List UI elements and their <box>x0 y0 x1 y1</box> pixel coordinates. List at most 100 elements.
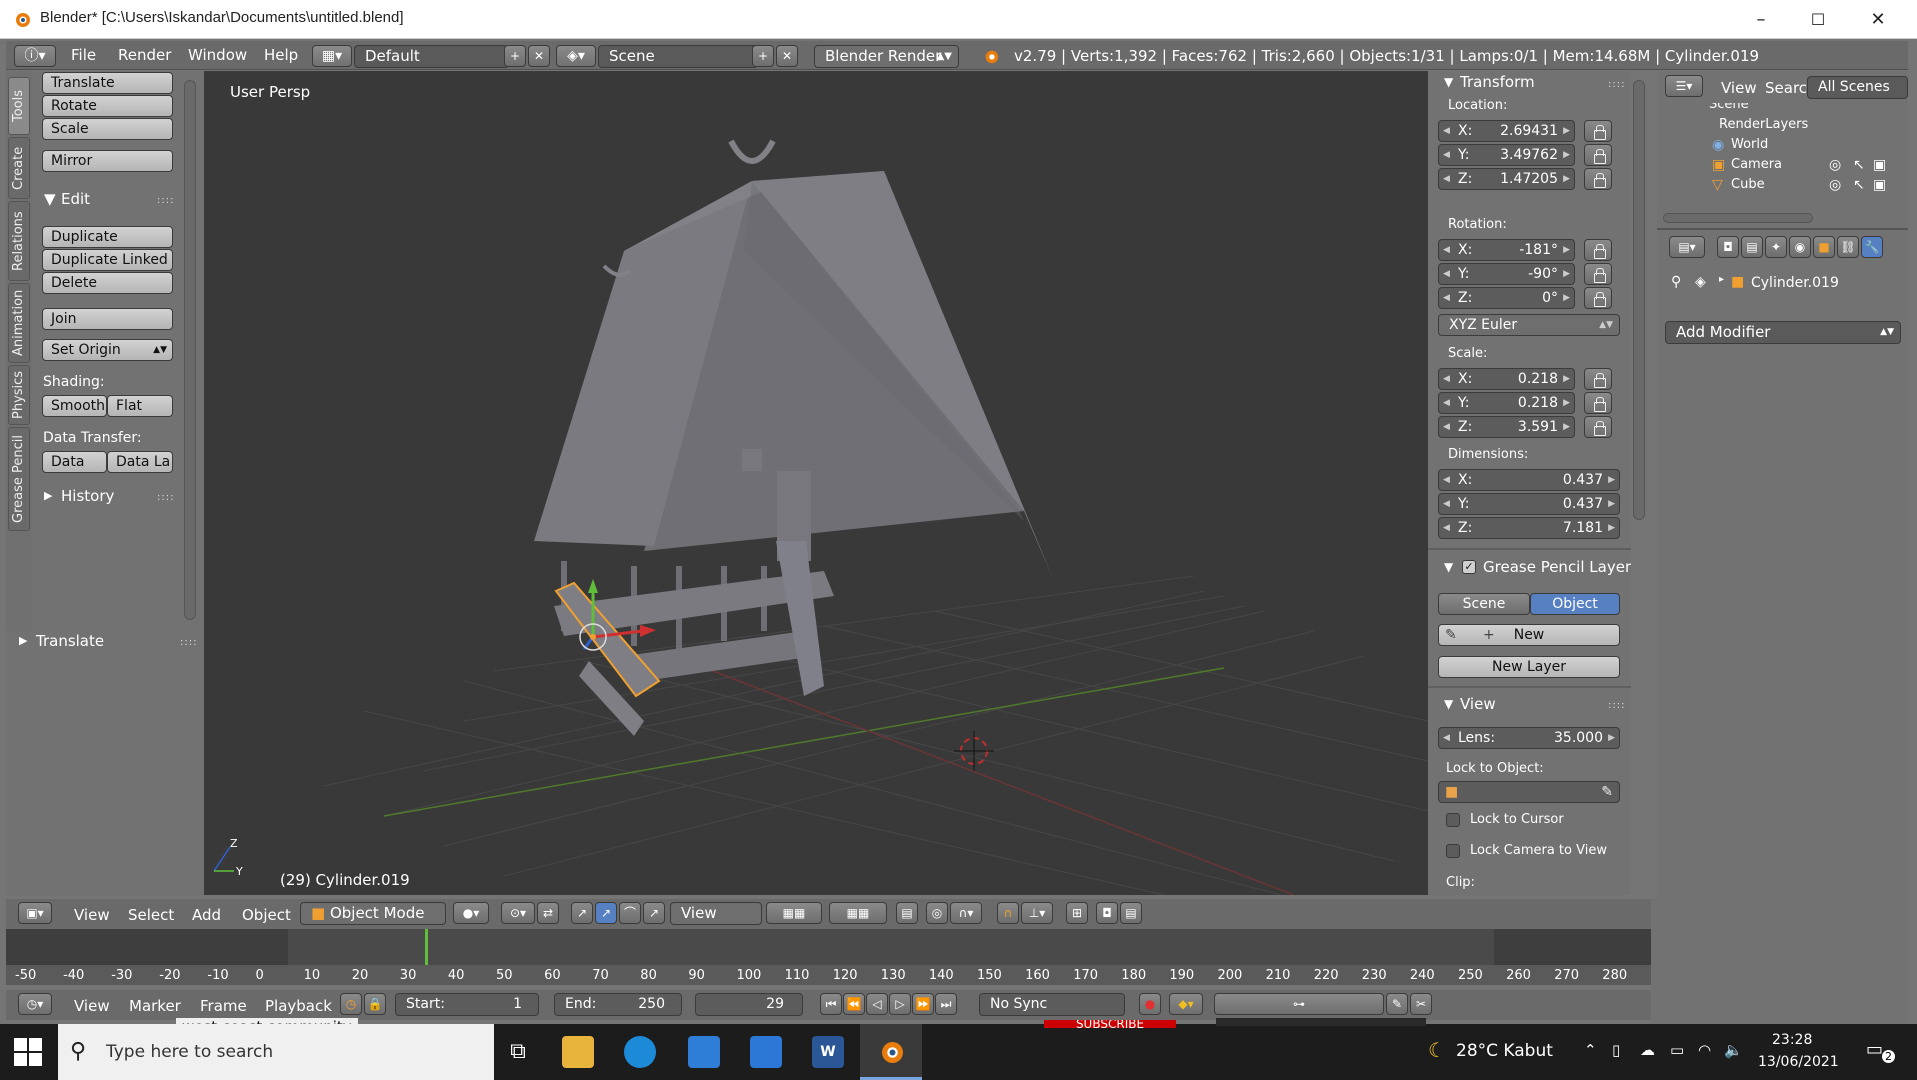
clock-time[interactable]: 23:28 <box>1772 1032 1812 1048</box>
dimension-y-field[interactable]: ◀ Y: 0.437 ▶ <box>1438 493 1620 515</box>
transform-orientation-icon[interactable]: ↗ <box>643 902 665 924</box>
preview-range-icon[interactable]: ◷ <box>340 993 362 1015</box>
file-explorer-icon[interactable] <box>562 1036 594 1068</box>
dimension-z-field[interactable]: ◀ Z: 7.181 ▶ <box>1438 517 1620 539</box>
blender-taskbar-button[interactable] <box>860 1024 922 1080</box>
lock-to-cursor-checkbox[interactable] <box>1446 813 1460 827</box>
3d-cursor-icon[interactable] <box>954 731 994 771</box>
outliner-item-camera[interactable]: Camera <box>1731 157 1782 172</box>
layers-grid-icon[interactable]: ▦▦ <box>829 902 887 924</box>
lock-rotation-x-icon[interactable] <box>1584 239 1612 261</box>
screen-layout-icon[interactable]: ▦▾ <box>312 45 352 67</box>
grease-pencil-toggle-icon[interactable]: ▼ <box>1444 560 1453 574</box>
lock-to-object-field[interactable]: ■ ✎ <box>1438 781 1620 803</box>
device-icon[interactable]: ▯ <box>1612 1041 1620 1059</box>
lock-scale-x-icon[interactable] <box>1584 368 1612 390</box>
add-modifier-select[interactable]: Add Modifier ▲▼ <box>1665 321 1901 344</box>
prev-keyframe-icon[interactable]: ⏪ <box>843 993 865 1015</box>
wifi-icon[interactable]: ◠ <box>1698 1041 1711 1059</box>
jump-start-icon[interactable]: ⏮ <box>820 993 842 1015</box>
grease-pencil-object-button[interactable]: Object <box>1530 593 1620 615</box>
world-tab-icon[interactable]: ◉ <box>1789 236 1811 258</box>
lock-camera-checkbox[interactable] <box>1446 844 1460 858</box>
render-camera-icon[interactable]: ▣ <box>1873 177 1886 193</box>
clock-date[interactable]: 13/06/2021 <box>1758 1054 1839 1070</box>
location-y-field[interactable]: ◀ Y: 3.49762 ▶ <box>1438 144 1575 166</box>
drag-handle-icon[interactable]: :::: <box>157 195 174 206</box>
lock-range-icon[interactable]: 🔒 <box>364 993 386 1015</box>
selectable-arrow-icon[interactable]: ↖ <box>1853 177 1865 193</box>
layer-lock-icon[interactable]: ▤ <box>896 902 918 924</box>
delete-keyframe-icon[interactable]: ✂ <box>1410 993 1432 1015</box>
tab-grease-pencil[interactable]: Grease Pencil <box>8 427 30 531</box>
visibility-eye-icon[interactable]: ◎ <box>1829 177 1841 193</box>
show-hidden-icons-icon[interactable]: ⌃ <box>1584 1041 1597 1059</box>
viewport-menu-view[interactable]: View <box>74 906 110 924</box>
manipulator-x-arrow-icon[interactable] <box>640 625 656 637</box>
lock-scale-y-icon[interactable] <box>1584 392 1612 414</box>
operator-panel-header[interactable]: Translate <box>36 632 104 650</box>
scale-x-field[interactable]: ◀ X: 0.218 ▶ <box>1438 368 1575 390</box>
manipulator-translate-icon[interactable]: ↗ <box>571 902 593 924</box>
minimize-button[interactable]: – <box>1733 0 1789 39</box>
transform-panel-header[interactable]: Transform <box>1460 73 1535 91</box>
viewport-menu-select[interactable]: Select <box>128 906 174 924</box>
menu-window[interactable]: Window <box>188 46 247 64</box>
eyedropper-icon[interactable]: ✎ <box>1601 782 1613 802</box>
n-panel-scrollbar[interactable] <box>1633 80 1645 520</box>
manipulator-rotate-icon[interactable]: ↗ <box>595 902 617 924</box>
timeline-menu-frame[interactable]: Frame <box>200 997 247 1015</box>
render-engine-select[interactable]: Blender Render ▲▼ <box>814 45 959 68</box>
timeline-editor-type-icon[interactable]: ◷▾ <box>18 993 52 1015</box>
render-animation-icon[interactable]: ▤ <box>1120 902 1142 924</box>
3d-viewport[interactable]: Z Y User Persp (29) Cylinder.019 <box>204 71 1428 895</box>
outliner-editor-type-icon[interactable]: ☰▾ <box>1665 75 1703 97</box>
timeline-menu-view[interactable]: View <box>74 997 110 1015</box>
menu-render[interactable]: Render <box>118 46 171 64</box>
tool-shelf-scrollbar[interactable] <box>184 80 196 620</box>
current-frame-field[interactable]: 29 <box>695 993 803 1016</box>
current-frame-marker[interactable] <box>425 929 428 965</box>
snap-target-icon[interactable]: ⊞ <box>1066 902 1088 924</box>
view-toggle-icon[interactable]: ▼ <box>1444 697 1453 711</box>
mirror-button[interactable]: Mirror <box>42 150 173 172</box>
add-scene-icon[interactable]: + <box>752 45 774 67</box>
screen-layout-field[interactable]: Default <box>354 45 509 68</box>
operator-toggle-icon[interactable]: ▶ <box>19 634 27 647</box>
notifications-icon[interactable]: ▭ <box>1866 1039 1883 1060</box>
rotation-x-field[interactable]: ◀ X: -181° ▶ <box>1438 239 1575 261</box>
snap-magnet-icon[interactable]: ∩ <box>997 902 1019 924</box>
scale-z-field[interactable]: ◀ Z: 3.591 ▶ <box>1438 416 1575 438</box>
grease-pencil-enable-checkbox[interactable]: ✓ <box>1462 560 1476 574</box>
outliner-hscrollbar[interactable] <box>1663 213 1813 223</box>
scale-y-field[interactable]: ◀ Y: 0.218 ▶ <box>1438 392 1575 414</box>
tab-create[interactable]: Create <box>8 137 30 199</box>
rotate-button[interactable]: Rotate <box>42 95 173 117</box>
rotation-z-field[interactable]: ◀ Z: 0° ▶ <box>1438 287 1575 309</box>
tab-relations[interactable]: Relations <box>8 201 30 281</box>
view-panel-header[interactable]: View <box>1460 695 1496 713</box>
sync-mode-select[interactable]: No Sync <box>979 993 1125 1016</box>
render-layers-tab-icon[interactable]: ▤ <box>1741 236 1763 258</box>
dimension-x-field[interactable]: ◀ X: 0.437 ▶ <box>1438 469 1620 491</box>
render-camera-icon[interactable]: ▣ <box>1873 157 1886 173</box>
tab-tools[interactable]: Tools <box>8 77 30 135</box>
editor-type-info-icon[interactable]: ⓘ▾ <box>14 45 56 67</box>
history-panel-header[interactable]: History <box>61 487 114 505</box>
render-camera-icon[interactable]: ◘ <box>1096 902 1118 924</box>
outliner-item-cube[interactable]: Cube <box>1731 177 1765 192</box>
microsoft-store-icon[interactable] <box>688 1036 720 1068</box>
falloff-icon[interactable]: ∩▾ <box>950 902 982 924</box>
windows-start-icon[interactable] <box>14 1038 42 1066</box>
selectable-arrow-icon[interactable]: ↖ <box>1853 157 1865 173</box>
outliner-item-world[interactable]: World <box>1731 137 1768 152</box>
data-layers-button[interactable]: Data La <box>107 451 173 473</box>
edit-panel-toggle-icon[interactable]: ▼ <box>44 190 56 208</box>
properties-editor-type-icon[interactable]: ▤▾ <box>1669 236 1705 258</box>
add-layout-icon[interactable]: + <box>504 45 526 67</box>
end-frame-field[interactable]: End: 250 <box>554 993 682 1016</box>
record-icon[interactable]: ● <box>1139 993 1161 1015</box>
rotation-y-field[interactable]: ◀ Y: -90° ▶ <box>1438 263 1575 285</box>
rotation-mode-select[interactable]: XYZ Euler ▲▼ <box>1438 314 1620 336</box>
mail-icon[interactable] <box>750 1036 782 1068</box>
